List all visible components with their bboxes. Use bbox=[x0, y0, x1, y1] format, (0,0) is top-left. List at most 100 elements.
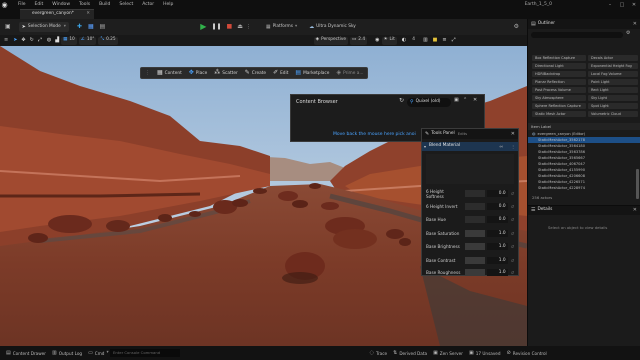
mode-content[interactable]: ▦ Content bbox=[157, 70, 182, 76]
ultra-dynamic-sky-button[interactable]: ☁ Ultra Dynamic Sky bbox=[306, 22, 359, 32]
zen-server-button[interactable]: ▣ Zen Server bbox=[433, 350, 463, 356]
menu-build[interactable]: Build bbox=[99, 2, 110, 7]
realtime-icon[interactable]: ◐ bbox=[402, 38, 406, 43]
add-actor-icon[interactable]: ✚ bbox=[77, 24, 82, 30]
screen-percentage-value[interactable]: 4 bbox=[412, 38, 415, 43]
close-icon[interactable]: ✕ bbox=[628, 2, 640, 8]
chip-box-reflection-capture[interactable]: Box Reflection Capture bbox=[532, 55, 586, 61]
mode-edit[interactable]: ✐ Edit bbox=[273, 70, 288, 76]
cmd-button[interactable]: ▭ Cmd ▾ bbox=[88, 350, 109, 356]
mode-scatter[interactable]: ⁂ Scatter bbox=[214, 70, 238, 76]
reset-icon[interactable]: ↺ bbox=[511, 231, 514, 236]
grid-snap-button[interactable]: ▦ 10 bbox=[61, 36, 77, 45]
prop-value-field[interactable]: 1.0 bbox=[487, 230, 508, 237]
scale-icon[interactable]: ⤢ bbox=[38, 38, 42, 43]
save-icon[interactable]: ▣ bbox=[5, 24, 11, 30]
viewport-options-icon[interactable]: ≡ bbox=[442, 38, 446, 43]
menu-actor[interactable]: Actor bbox=[142, 2, 154, 7]
table-row[interactable]: StaticMeshActor_4228974 bbox=[538, 185, 585, 191]
maximize-icon[interactable]: □ bbox=[616, 2, 628, 8]
menu-window[interactable]: Window bbox=[52, 2, 70, 7]
prop-slider[interactable] bbox=[464, 243, 486, 250]
close-icon[interactable]: ✕ bbox=[633, 208, 637, 213]
selection-mode-button[interactable]: ➤ Selection Mode ▾ bbox=[18, 22, 69, 32]
unsaved-button[interactable]: ▣ 17 Unsaved bbox=[469, 350, 501, 356]
prop-value-field[interactable]: 1.0 bbox=[487, 243, 508, 250]
outliner-search-input[interactable] bbox=[531, 32, 623, 38]
settings-icon[interactable]: ⚙ bbox=[514, 24, 519, 30]
prop-slider[interactable] bbox=[464, 257, 486, 264]
blueprint-icon[interactable]: ▦ bbox=[88, 24, 94, 30]
trace-button[interactable]: ◌ Trace bbox=[370, 350, 387, 356]
perspective-button[interactable]: ◈ Perspective bbox=[313, 36, 349, 45]
chip-point-light[interactable]: Point Light bbox=[588, 79, 638, 85]
more-icon[interactable]: ⋮ bbox=[511, 144, 515, 149]
chip-static-mesh-actor[interactable]: Static Mesh Actor bbox=[532, 111, 586, 117]
maximize-viewport-icon[interactable]: ⤢ bbox=[452, 38, 456, 43]
close-icon[interactable]: ✕ bbox=[473, 98, 477, 103]
chip-exponential-height-fog[interactable]: Exponential Height Fog bbox=[588, 63, 638, 69]
collapse-icon[interactable]: ⌃ bbox=[463, 98, 467, 103]
menu-tools[interactable]: Tools bbox=[79, 2, 90, 7]
mode-create[interactable]: ✎ Create bbox=[245, 70, 266, 76]
tab-close-icon[interactable]: ✕ bbox=[86, 12, 90, 17]
platforms-button[interactable]: ▦ Platforms ▾ bbox=[263, 22, 300, 32]
translate-icon[interactable]: ✥ bbox=[21, 38, 25, 43]
stop-icon[interactable]: ■ bbox=[227, 24, 233, 30]
close-icon[interactable]: ✕ bbox=[511, 131, 515, 137]
refresh-icon[interactable]: ↻ bbox=[399, 98, 404, 104]
reset-icon[interactable]: ↺ bbox=[511, 270, 514, 275]
unreal-logo-icon[interactable]: ◉ bbox=[0, 0, 9, 9]
pause-icon[interactable]: ❚❚ bbox=[211, 24, 221, 30]
cinematics-icon[interactable]: ▤ bbox=[100, 24, 106, 30]
camera-speed-button[interactable]: ▭ 2.4 bbox=[350, 36, 368, 45]
rotation-snap-button[interactable]: ∠ 10° bbox=[78, 36, 97, 45]
prop-slider[interactable] bbox=[464, 203, 486, 210]
blend-material-row[interactable]: ▾ Blend Material ⚯ ⋮ bbox=[422, 142, 518, 151]
chip-sky-light[interactable]: Sky Light bbox=[588, 95, 638, 101]
chip-local-fog-volume[interactable]: Local Fog Volume bbox=[588, 71, 638, 77]
reset-icon[interactable]: ↺ bbox=[511, 258, 514, 263]
chip-post-process-volume[interactable]: Post Process Volume bbox=[532, 87, 586, 93]
viewport-menu-icon[interactable]: ≡ bbox=[4, 38, 8, 43]
chip-planar-reflection[interactable]: Planar Reflection bbox=[532, 79, 586, 85]
prop-slider[interactable] bbox=[464, 190, 486, 197]
chip-sky-atmosphere[interactable]: Sky Atmosphere bbox=[532, 95, 586, 101]
link-icon[interactable]: ⚯ bbox=[500, 144, 503, 149]
console-command-input[interactable]: Enter Console Command bbox=[110, 349, 180, 357]
chip-spot-light[interactable]: Spot Light bbox=[588, 103, 638, 109]
mode-prime[interactable]: ◈ Prime a... bbox=[336, 70, 363, 76]
prop-slider[interactable] bbox=[464, 269, 486, 276]
mode-place[interactable]: ✥ Place bbox=[189, 70, 207, 76]
mode-marketplace[interactable]: ▤ Marketplace bbox=[295, 70, 329, 76]
eject-icon[interactable]: ⏏ bbox=[237, 24, 243, 30]
prop-value-field[interactable]: 1.0 bbox=[487, 269, 508, 276]
play-options-icon[interactable]: ⋮ bbox=[246, 24, 251, 30]
prop-value-field[interactable]: 0.0 bbox=[487, 203, 508, 210]
derived-data-button[interactable]: ⇅ Derived Data bbox=[393, 350, 427, 356]
output-log-button[interactable]: ▥ Output Log bbox=[52, 350, 82, 356]
menu-edit[interactable]: Edit bbox=[35, 2, 44, 7]
select-tool-icon[interactable]: ➤ bbox=[13, 38, 17, 43]
content-drawer-button[interactable]: ▤ Content Drawer bbox=[6, 350, 46, 356]
chip-sphere-reflection-capture[interactable]: Sphere Reflection Capture bbox=[532, 103, 586, 109]
item-label-header[interactable]: Item Label bbox=[531, 124, 551, 129]
prop-value-field[interactable]: 0.0 bbox=[487, 216, 508, 223]
prop-value-field[interactable]: 1.0 bbox=[487, 257, 508, 264]
menu-select[interactable]: Select bbox=[119, 2, 133, 7]
reset-icon[interactable]: ↺ bbox=[511, 191, 514, 196]
minimize-icon[interactable]: – bbox=[604, 2, 616, 8]
prop-slider[interactable] bbox=[464, 216, 486, 223]
lit-button[interactable]: ☀ Lit bbox=[381, 36, 397, 45]
prop-slider[interactable] bbox=[464, 230, 486, 237]
revision-control-button[interactable]: ⊘ Revision Control bbox=[507, 350, 547, 356]
reset-icon[interactable]: ↺ bbox=[511, 204, 514, 209]
chip-volumetric-cloud[interactable]: Volumetric Cloud bbox=[588, 111, 638, 117]
chip-rect-light[interactable]: Rect Light bbox=[588, 87, 638, 93]
reset-icon[interactable]: ↺ bbox=[511, 217, 514, 222]
reset-icon[interactable]: ↺ bbox=[511, 244, 514, 249]
prop-value-field[interactable]: 0.0 bbox=[487, 190, 508, 197]
drag-handle-icon[interactable]: ⋮ bbox=[145, 70, 150, 76]
stat-icon[interactable]: ▥ bbox=[423, 38, 428, 43]
close-icon[interactable]: ✕ bbox=[633, 21, 637, 27]
